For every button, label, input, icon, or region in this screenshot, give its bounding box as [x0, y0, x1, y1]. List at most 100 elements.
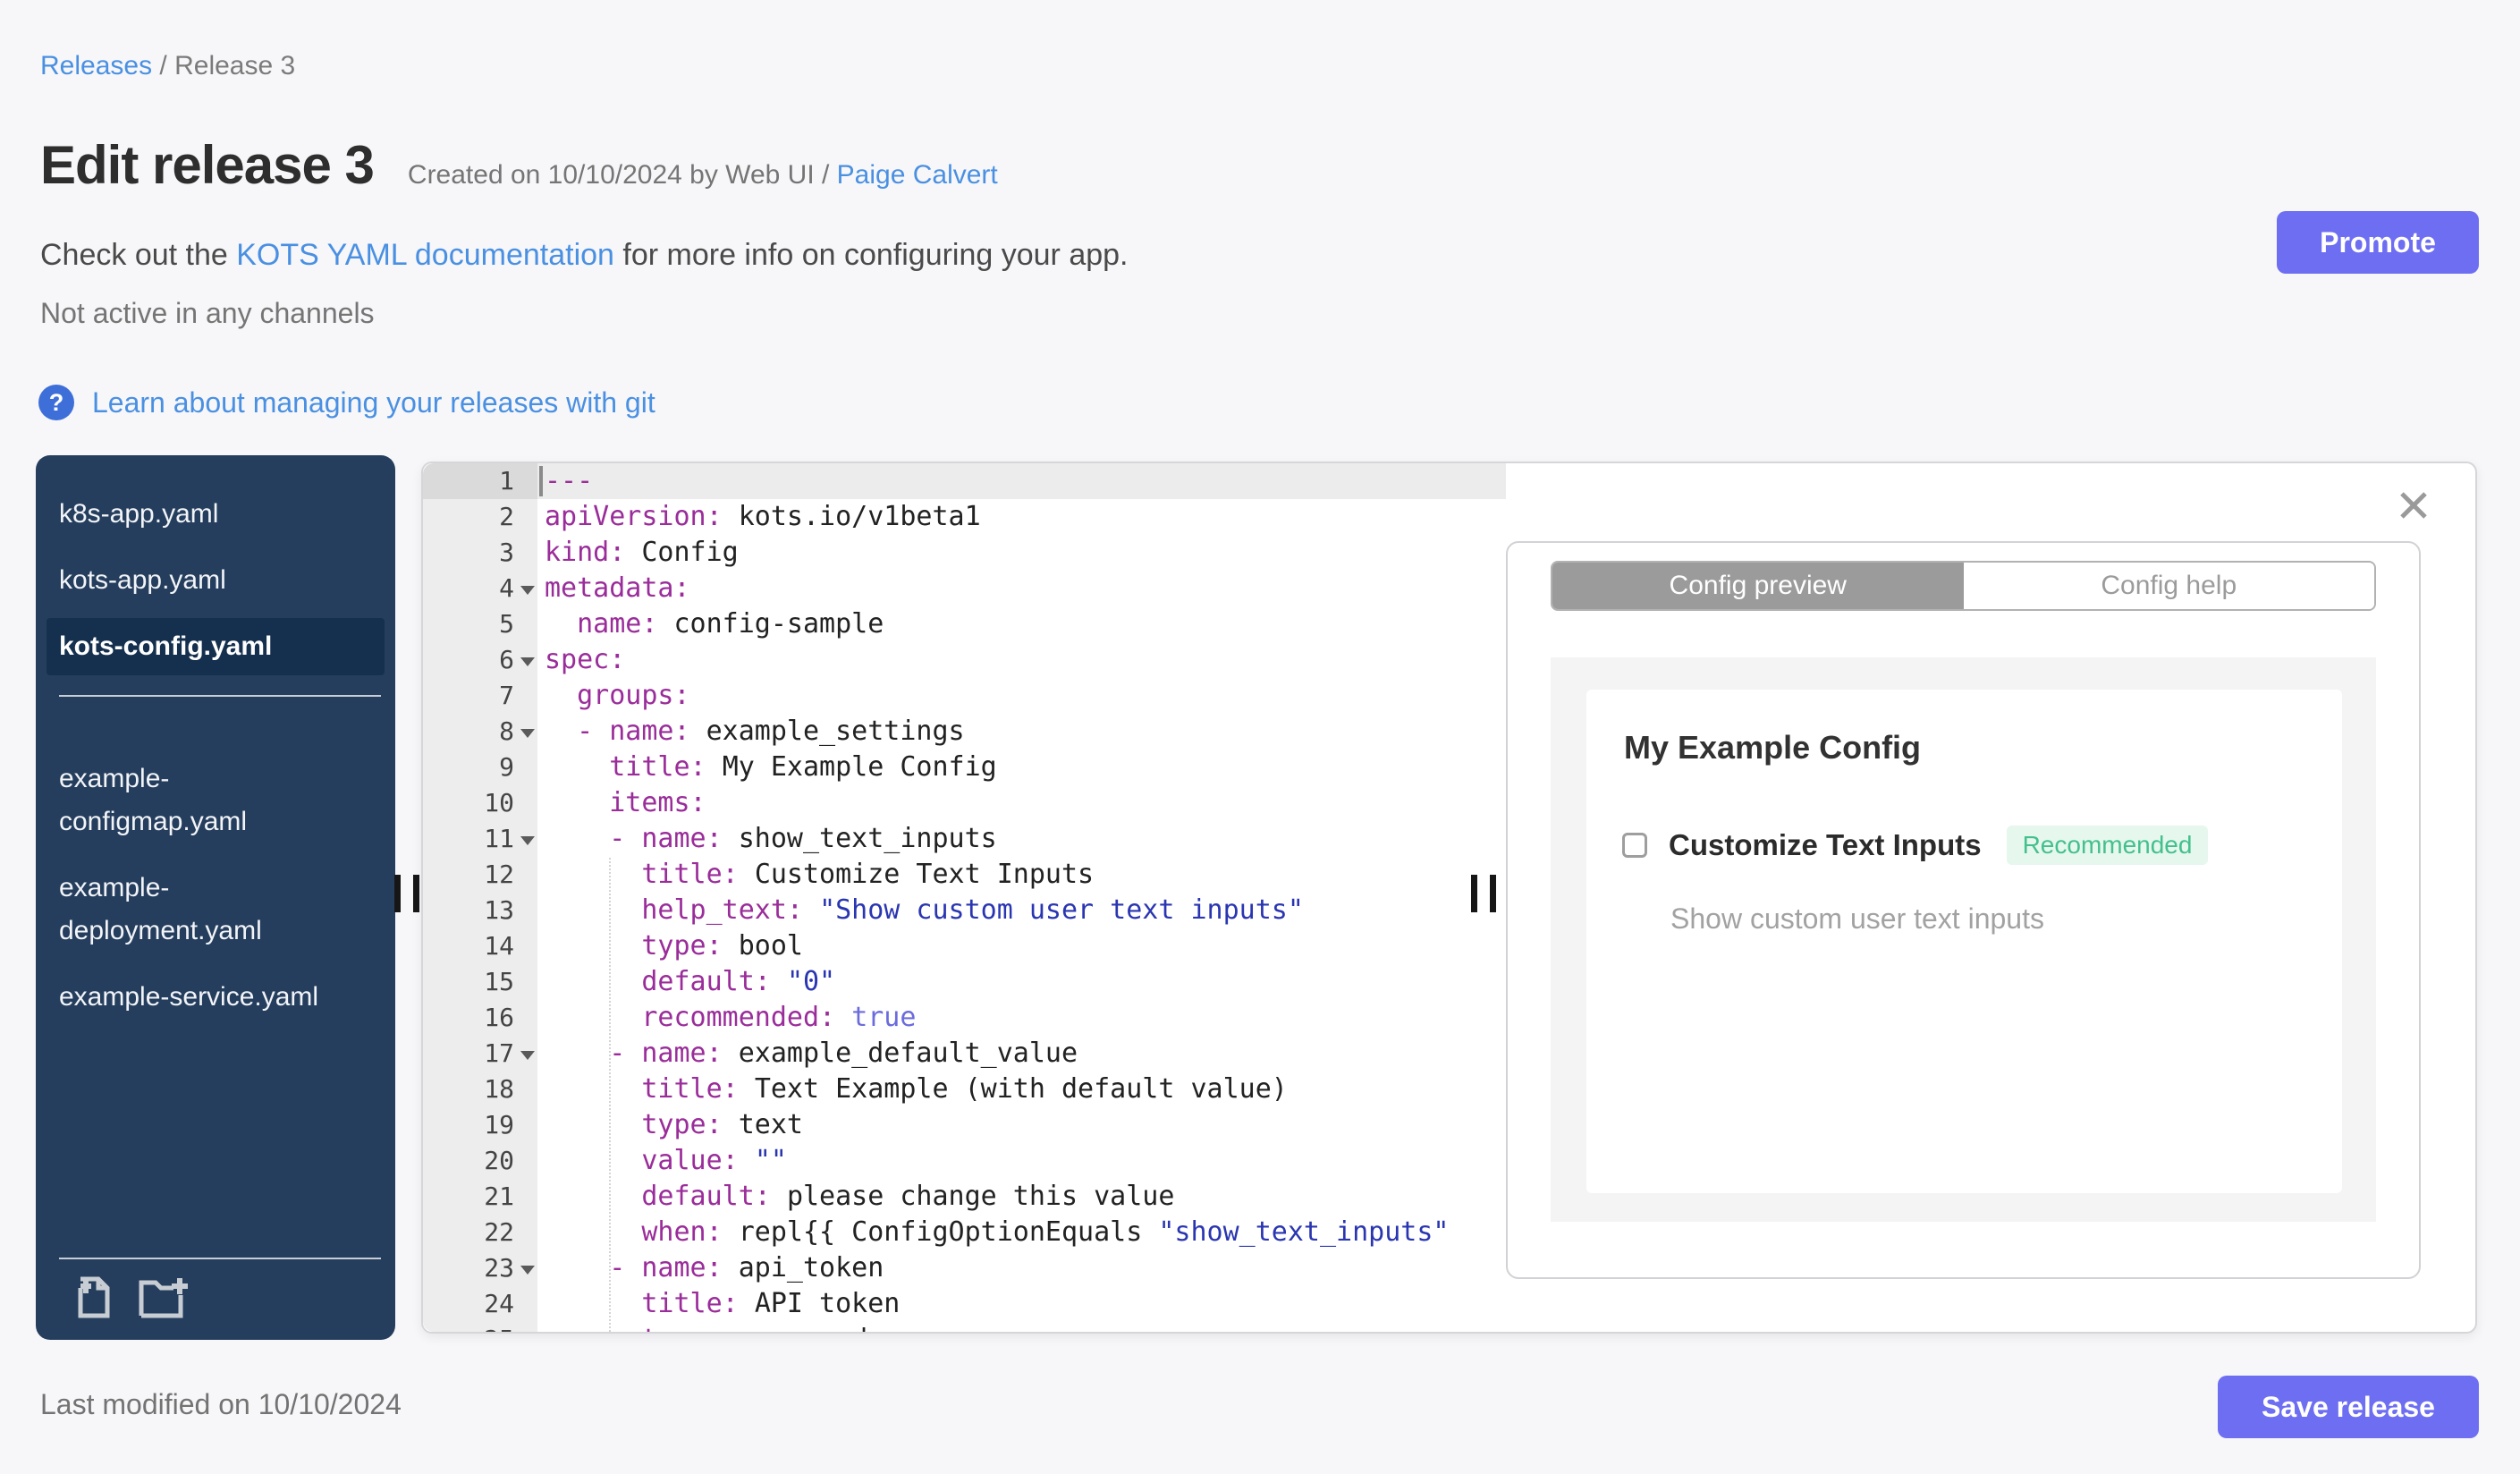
save-release-button[interactable]: Save release: [2218, 1376, 2479, 1438]
breadcrumb-link-releases[interactable]: Releases: [40, 51, 152, 80]
line-number: 5: [423, 606, 537, 642]
code-text: kind: Config: [545, 537, 739, 568]
code-text: type: bool: [641, 930, 803, 961]
add-folder-icon[interactable]: [138, 1275, 190, 1320]
code-line-5[interactable]: 5 name: config-sample: [423, 606, 1506, 642]
code-line-14[interactable]: 14 type: bool: [423, 928, 1506, 964]
code-line-1[interactable]: 1 ---: [423, 463, 1506, 499]
code-line-25[interactable]: 25 type: password: [423, 1322, 1506, 1332]
fold-arrow-icon[interactable]: [520, 657, 535, 666]
code-text: ---: [537, 463, 1506, 499]
file-item-example-configmap-yaml[interactable]: example-configmap.yaml: [47, 750, 385, 851]
code-text: type: text: [641, 1109, 803, 1140]
preview-tabs: Config preview Config help: [1551, 561, 2376, 611]
code-text: default: "0": [641, 966, 836, 997]
line-number: 24: [423, 1286, 537, 1322]
docs-line: Check out the KOTS YAML documentation fo…: [40, 238, 1129, 272]
line-number: 17: [423, 1036, 537, 1072]
editor-resize-handle[interactable]: [1471, 875, 1496, 912]
fold-arrow-icon[interactable]: [520, 1266, 535, 1275]
code-text: when: repl{{ ConfigOptionEquals "show_te…: [641, 1216, 1450, 1248]
file-item-kots-config-yaml[interactable]: kots-config.yaml: [47, 618, 385, 675]
code-text: name: config-sample: [577, 608, 884, 640]
code-text: recommended: true: [641, 1002, 917, 1033]
code-text: metadata:: [545, 572, 690, 604]
fold-arrow-icon[interactable]: [520, 836, 535, 845]
line-number: 25: [423, 1322, 537, 1332]
config-item-help-text: Show custom user text inputs: [1670, 902, 2044, 935]
created-byline: Created on 10/10/2024 by Web UI / Paige …: [407, 160, 998, 190]
code-text: spec:: [545, 644, 626, 675]
fold-arrow-icon[interactable]: [520, 1051, 535, 1060]
line-number: 1: [423, 463, 537, 499]
channel-status: Not active in any channels: [40, 297, 375, 329]
git-releases-link[interactable]: Learn about managing your releases with …: [92, 386, 655, 419]
line-number: 10: [423, 785, 537, 821]
file-list-divider: [59, 695, 381, 697]
breadcrumb-current: Release 3: [174, 51, 296, 80]
code-line-21[interactable]: 21 default: please change this value: [423, 1179, 1506, 1215]
code-line-13[interactable]: 13 help_text: "Show custom user text inp…: [423, 893, 1506, 928]
code-editor[interactable]: 1 --- 2 apiVersion: kots.io/v1beta1 3 kind: C…: [423, 463, 1506, 1332]
line-number: 8: [423, 714, 537, 750]
line-number: 3: [423, 535, 537, 571]
git-help-row: ? Learn about managing your releases wit…: [38, 385, 655, 420]
author-link[interactable]: Paige Calvert: [837, 160, 998, 190]
code-line-22[interactable]: 22 when: repl{{ ConfigOptionEquals "show…: [423, 1215, 1506, 1250]
code-text: apiVersion: kots.io/v1beta1: [545, 501, 981, 532]
recommended-badge: Recommended: [2006, 826, 2209, 865]
file-item-example-deployment-yaml[interactable]: example-deployment.yaml: [47, 860, 385, 960]
promote-button[interactable]: Promote: [2277, 211, 2479, 274]
file-item-k8s-app-yaml[interactable]: k8s-app.yaml: [47, 486, 385, 543]
code-text: value: "": [641, 1145, 787, 1176]
code-line-10[interactable]: 10 items:: [423, 785, 1506, 821]
code-line-19[interactable]: 19 type: text: [423, 1107, 1506, 1143]
line-number: 15: [423, 964, 537, 1000]
customize-text-inputs-checkbox[interactable]: [1622, 833, 1647, 858]
code-text: title: API token: [641, 1288, 901, 1319]
code-line-17[interactable]: 17 - name: example_default_value: [423, 1036, 1506, 1072]
line-number: 14: [423, 928, 537, 964]
sidebar-resize-handle[interactable]: [394, 875, 419, 912]
code-line-23[interactable]: 23 - name: api_token: [423, 1250, 1506, 1286]
tab-config-help[interactable]: Config help: [1963, 563, 2374, 609]
code-line-9[interactable]: 9 title: My Example Config: [423, 750, 1506, 785]
code-line-16[interactable]: 16 recommended: true: [423, 1000, 1506, 1036]
line-number: 16: [423, 1000, 537, 1036]
kots-yaml-docs-link[interactable]: KOTS YAML documentation: [236, 238, 614, 272]
title-row: Edit release 3 Created on 10/10/2024 by …: [40, 134, 998, 196]
close-preview-button[interactable]: [2397, 488, 2431, 522]
preview-body: My Example Config Customize Text Inputs …: [1551, 657, 2376, 1222]
fold-arrow-icon[interactable]: [520, 586, 535, 595]
code-line-3[interactable]: 3 kind: Config: [423, 535, 1506, 571]
code-line-15[interactable]: 15 default: "0": [423, 964, 1506, 1000]
line-number: 2: [423, 499, 537, 535]
code-line-20[interactable]: 20 value: "": [423, 1143, 1506, 1179]
code-text: - name: show_text_inputs: [609, 823, 997, 854]
sidebar-bottom-bar: [47, 1258, 385, 1340]
file-tree-sidebar: k8s-app.yaml kots-app.yaml kots-config.yam…: [36, 455, 395, 1340]
add-file-icon[interactable]: [72, 1275, 113, 1320]
code-text: type: password: [537, 1322, 1506, 1332]
code-line-11[interactable]: 11 - name: show_text_inputs: [423, 821, 1506, 857]
code-line-24[interactable]: 24 title: API token: [423, 1286, 1506, 1322]
line-number: 11: [423, 821, 537, 857]
code-text: title: Customize Text Inputs: [641, 859, 1095, 890]
code-text: groups:: [577, 680, 690, 711]
tab-config-preview[interactable]: Config preview: [1552, 563, 1964, 609]
code-line-12[interactable]: 12 title: Customize Text Inputs: [423, 857, 1506, 893]
file-item-example-service-yaml[interactable]: example-service.yaml: [47, 969, 385, 1026]
fold-arrow-icon[interactable]: [520, 729, 535, 738]
release-editor-card: 1 --- 2 apiVersion: kots.io/v1beta1 3 kind: C…: [421, 462, 2477, 1334]
code-text: - name: example_default_value: [609, 1038, 1078, 1069]
file-item-kots-app-yaml[interactable]: kots-app.yaml: [47, 552, 385, 609]
code-line-2[interactable]: 2 apiVersion: kots.io/v1beta1: [423, 499, 1506, 535]
line-number: 19: [423, 1107, 537, 1143]
code-line-18[interactable]: 18 title: Text Example (with default val…: [423, 1072, 1506, 1107]
code-line-7[interactable]: 7 groups:: [423, 678, 1506, 714]
question-mark-icon: ?: [38, 385, 74, 420]
code-line-4[interactable]: 4 metadata:: [423, 571, 1506, 606]
code-line-6[interactable]: 6 spec:: [423, 642, 1506, 678]
code-line-8[interactable]: 8 - name: example_settings: [423, 714, 1506, 750]
code-text: title: My Example Config: [609, 751, 997, 783]
